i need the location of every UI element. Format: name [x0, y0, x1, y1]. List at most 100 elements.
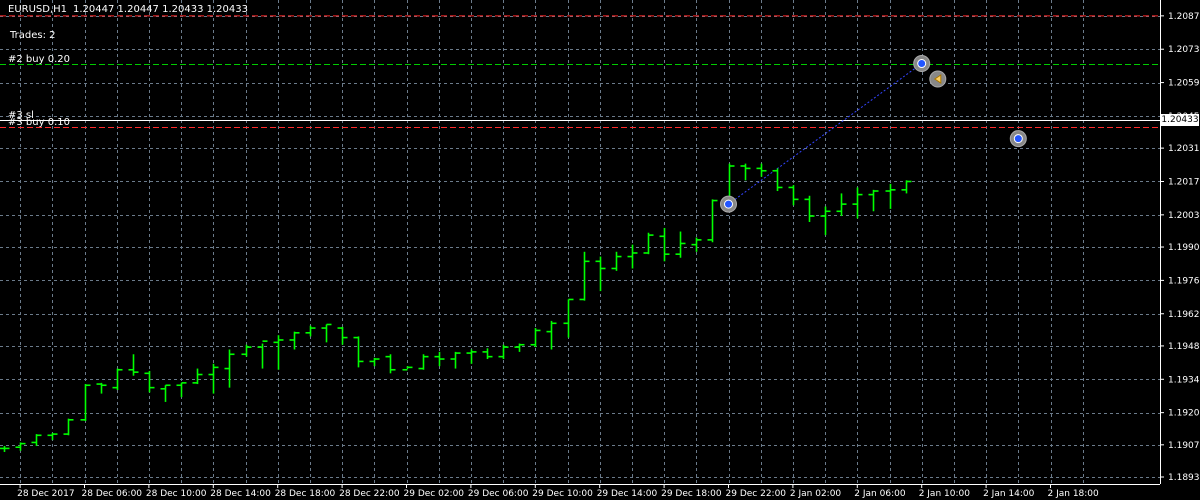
ohlc-bar — [224, 349, 235, 388]
price-tick-label: 1.20730 — [1168, 45, 1200, 55]
time-tick-label: 2 Jan 14:00 — [983, 489, 1035, 499]
buy-dot-icon — [724, 199, 733, 209]
time-tick-label: 29 Dec 14:00 — [597, 489, 658, 499]
price-tick-label: 1.20870 — [1168, 12, 1200, 22]
buy-dot-icon — [917, 59, 927, 69]
buy-dot-icon — [1013, 134, 1023, 144]
ohlc-bar — [96, 382, 107, 394]
price-tick-label: 1.20315 — [1168, 144, 1200, 154]
time-tick-label: 2 Jan 02:00 — [790, 489, 842, 499]
symbol-label: EURUSD,H1 — [8, 4, 68, 15]
ohlc-bar — [466, 349, 477, 364]
time-tick-label: 28 Dec 22:00 — [339, 489, 400, 499]
time-tick-label: 29 Dec 22:00 — [726, 489, 787, 499]
time-tick-label: 29 Dec 02:00 — [404, 489, 465, 499]
ohlc-bar — [546, 320, 557, 350]
trade-entry-marker — [1009, 130, 1027, 148]
ohlc-bar — [530, 328, 541, 348]
ohlc-bar — [369, 357, 380, 367]
price-tick-label: 1.19205 — [1168, 409, 1200, 419]
ohlc-bar — [63, 418, 74, 436]
time-tick-label: 28 Dec 14:00 — [210, 489, 271, 499]
order-line-label-3-buy: #3 buy 0.10 — [8, 116, 70, 128]
ohlc-bar — [176, 382, 187, 398]
ohlc-bar — [15, 442, 26, 451]
ohlc-bar — [675, 231, 686, 258]
ohlc-bar — [643, 232, 654, 255]
price-tick-label: 1.19485 — [1168, 342, 1200, 352]
ohlc-bar — [579, 251, 590, 301]
time-tick-label: 28 Dec 06:00 — [82, 489, 143, 499]
ohlc-bar — [836, 193, 847, 217]
ohlc-bar — [756, 163, 767, 177]
trades-count: Trades: 2 — [10, 30, 56, 41]
ohlc-bar — [901, 180, 912, 194]
price-tick-label: 1.20590 — [1168, 79, 1200, 89]
chart-canvas[interactable]: 1.208701.207301.205901.204501.203151.201… — [0, 0, 1200, 500]
price-tick-label: 1.18935 — [1168, 473, 1200, 483]
price-tick-label: 1.19345 — [1168, 375, 1200, 385]
time-tick-label: 28 Dec 2017 — [17, 489, 75, 499]
ohlc-bar — [402, 366, 413, 371]
ohlc-bar — [482, 348, 493, 360]
ohlc-bar — [707, 199, 718, 243]
time-tick-label: 28 Dec 18:00 — [275, 489, 336, 499]
price-tick-label: 1.19070 — [1168, 441, 1200, 451]
ohlc-bar — [450, 351, 461, 369]
time-tick-label: 2 Jan 18:00 — [1048, 489, 1100, 499]
ohlc-bar — [740, 163, 751, 181]
ohlc-bar — [337, 326, 348, 345]
price-tick-label: 1.20175 — [1168, 177, 1200, 187]
ohlc-bar — [47, 432, 58, 441]
ohlc-bar — [385, 354, 396, 374]
time-tick-label: 2 Jan 06:00 — [854, 489, 906, 499]
trade-markers — [720, 55, 1027, 213]
ohlc-bar — [852, 187, 863, 219]
trade-entry-marker — [720, 195, 737, 213]
ohlc-bar — [885, 183, 896, 209]
ohlc-bar — [0, 446, 10, 452]
ohlc-bar — [208, 363, 219, 394]
ohlc-bar — [627, 244, 638, 269]
price-tick-label: 1.19620 — [1168, 310, 1200, 320]
ohlc-bar — [273, 335, 284, 370]
ohlc-values: 1.20447 1.20447 1.20433 1.20433 — [73, 4, 248, 15]
ohlc-bar — [305, 325, 316, 337]
ohlc-bar — [804, 195, 815, 223]
price-tick-label: 1.20035 — [1168, 211, 1200, 221]
ohlc-bar — [563, 298, 574, 338]
ohlc-bar — [691, 237, 702, 252]
ohlc-bar — [128, 354, 139, 376]
time-tick-label: 28 Dec 10:00 — [146, 489, 207, 499]
ohlc-bar — [31, 434, 42, 447]
time-axis: 28 Dec 2017 28 Dec 06:00 28 Dec 10:00 28 De… — [17, 484, 1099, 499]
ohlc-bar — [595, 256, 606, 292]
time-tick-label: 29 Dec 06:00 — [468, 489, 529, 499]
ohlc-bar — [353, 336, 364, 368]
ohlc-bar — [160, 384, 171, 402]
ohlc-bar — [772, 168, 783, 192]
ohlc-bar — [659, 227, 670, 262]
price-tick-label: 1.19900 — [1168, 243, 1200, 253]
ohlc-bar — [321, 323, 332, 343]
time-tick-label: 2 Jan 10:00 — [919, 489, 971, 499]
ohlc-bar — [257, 340, 268, 369]
chart-grid — [0, 0, 1160, 484]
price-tick-label: 1.19760 — [1168, 276, 1200, 286]
ohlc-bar — [820, 206, 831, 236]
time-tick-label: 29 Dec 10:00 — [532, 489, 593, 499]
ohlc-bar — [434, 351, 445, 367]
time-tick-label: 29 Dec 18:00 — [661, 489, 722, 499]
trade-close-marker — [929, 70, 947, 88]
ohlc-bar — [80, 384, 91, 421]
ohlc-bar — [144, 370, 155, 393]
trade-entry-marker — [913, 55, 931, 73]
ohlc-bar — [514, 343, 525, 352]
order-line-label-2-buy: #2 buy 0.20 — [8, 53, 70, 65]
symbol-ohlc-header: EURUSD,H1 1.20447 1.20447 1.20433 1.20433 — [8, 4, 248, 15]
ohlc-bars — [0, 163, 912, 452]
ohlc-bar — [192, 368, 203, 385]
ohlc-bar — [868, 189, 879, 212]
ohlc-bar — [611, 251, 622, 271]
current-price-tag: 1.20433 — [1161, 114, 1199, 126]
